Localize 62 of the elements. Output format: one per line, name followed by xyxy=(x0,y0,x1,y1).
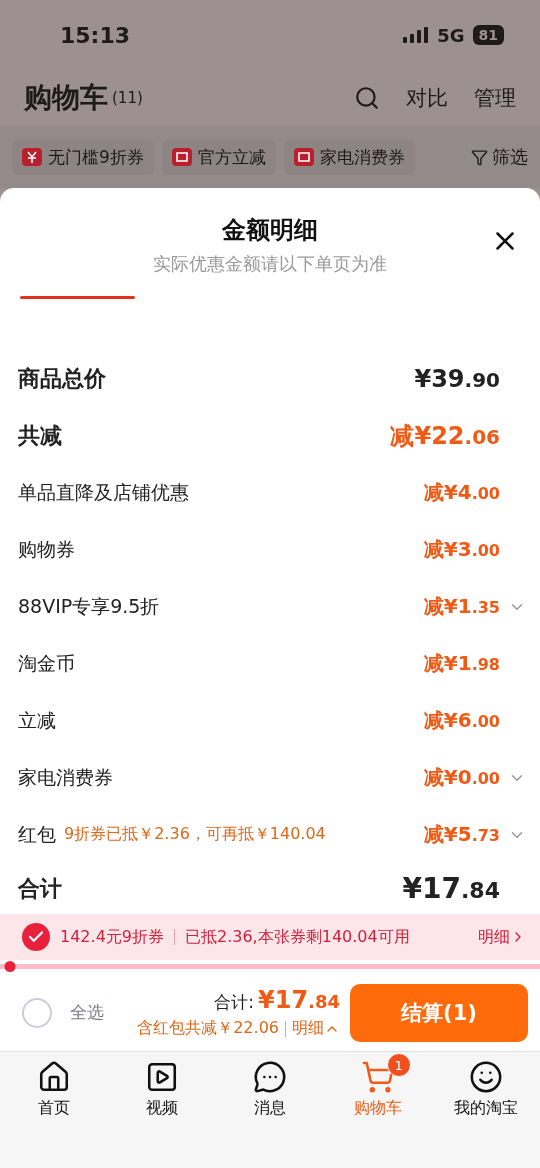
coupon-icon xyxy=(22,148,42,166)
savings-text: 含红包共减￥22.06 xyxy=(137,1018,279,1039)
filter-icon xyxy=(471,148,488,166)
filter-chip[interactable]: 家电消费券 xyxy=(283,139,415,175)
coupon-icon xyxy=(171,148,192,166)
filter-button[interactable]: 筛选 xyxy=(471,145,528,169)
cart-icon xyxy=(361,1060,395,1094)
row-label: 立减 xyxy=(18,707,56,733)
row-amount: ¥17.84 xyxy=(402,872,500,905)
row-amount: 减¥6.00 xyxy=(423,707,500,734)
coupon-detail-link[interactable]: 明细 xyxy=(478,926,526,948)
row-label: 淘金币 xyxy=(18,650,75,676)
battery-indicator: 81 xyxy=(472,25,504,45)
coupon-icon xyxy=(293,148,314,166)
row-amount: 减¥22.06 xyxy=(390,420,500,452)
page-title: 购物车 xyxy=(24,80,108,116)
search-icon[interactable] xyxy=(354,85,380,111)
row-note: 9折券已抵￥2.36，可再抵￥140.04 xyxy=(64,824,326,845)
item-count: (11) xyxy=(112,89,143,107)
select-all-label[interactable]: 全选 xyxy=(70,1001,104,1024)
row-amount: ¥39.90 xyxy=(414,364,500,393)
row-label: 购物券 xyxy=(18,536,75,562)
chat-bubble-icon xyxy=(253,1060,287,1094)
tab-item[interactable]: 购物车 1 xyxy=(324,1052,432,1123)
home-icon xyxy=(37,1060,71,1094)
row-label: 合计 xyxy=(18,874,62,903)
detail-link[interactable]: 明细 xyxy=(292,1018,340,1039)
tab-item[interactable]: 我的淘宝 xyxy=(432,1052,540,1123)
header-action[interactable]: 管理 xyxy=(474,84,516,112)
smiley-icon xyxy=(469,1060,503,1094)
cart-badge: 1 xyxy=(386,1053,411,1077)
filter-chip[interactable]: 无门槛9折券 xyxy=(12,139,154,175)
coupon-checkbox[interactable] xyxy=(22,923,50,951)
row-label: 单品直降及店铺优惠 xyxy=(18,479,189,505)
row-label: 共减 xyxy=(18,421,62,450)
tab-item[interactable]: 消息 xyxy=(216,1052,324,1123)
row-amount: 减¥1.98 xyxy=(423,650,500,677)
signal-icon xyxy=(403,27,430,43)
play-icon xyxy=(145,1060,179,1094)
tab-item[interactable]: 视频 xyxy=(108,1052,216,1123)
row-amount: 减¥5.73 xyxy=(423,821,500,848)
total-label: 合计: xyxy=(214,991,254,1014)
network-label: 5G xyxy=(437,24,465,46)
total-amount: ¥17.84 xyxy=(258,986,340,1014)
status-time: 15:13 xyxy=(60,22,131,48)
coupon-name: 142.4元9折券 xyxy=(60,926,164,948)
row-label: 红包 xyxy=(18,821,56,847)
tab-item[interactable]: 首页 xyxy=(0,1052,108,1123)
row-amount: 减¥1.35 xyxy=(423,593,500,620)
filter-chip[interactable]: 官方立减 xyxy=(161,139,276,175)
row-amount: 减¥0.00 xyxy=(423,764,500,791)
row-label: 商品总价 xyxy=(18,364,106,393)
row-label: 88VIP专享9.5折 xyxy=(18,593,160,619)
sheet-subtitle: 实际优惠金额请以下单页为准 xyxy=(153,252,387,276)
select-all-radio[interactable] xyxy=(22,997,52,1028)
row-label: 家电消费券 xyxy=(18,764,113,790)
header-action[interactable]: 对比 xyxy=(406,84,448,112)
checkout-button[interactable]: 结算(1) xyxy=(350,983,528,1042)
coupon-info: 已抵2.36,本张券剩140.04可用 xyxy=(185,926,410,948)
row-amount: 减¥3.00 xyxy=(423,536,500,563)
sheet-title: 金额明细 xyxy=(222,215,318,246)
row-amount: 减¥4.00 xyxy=(423,479,500,506)
